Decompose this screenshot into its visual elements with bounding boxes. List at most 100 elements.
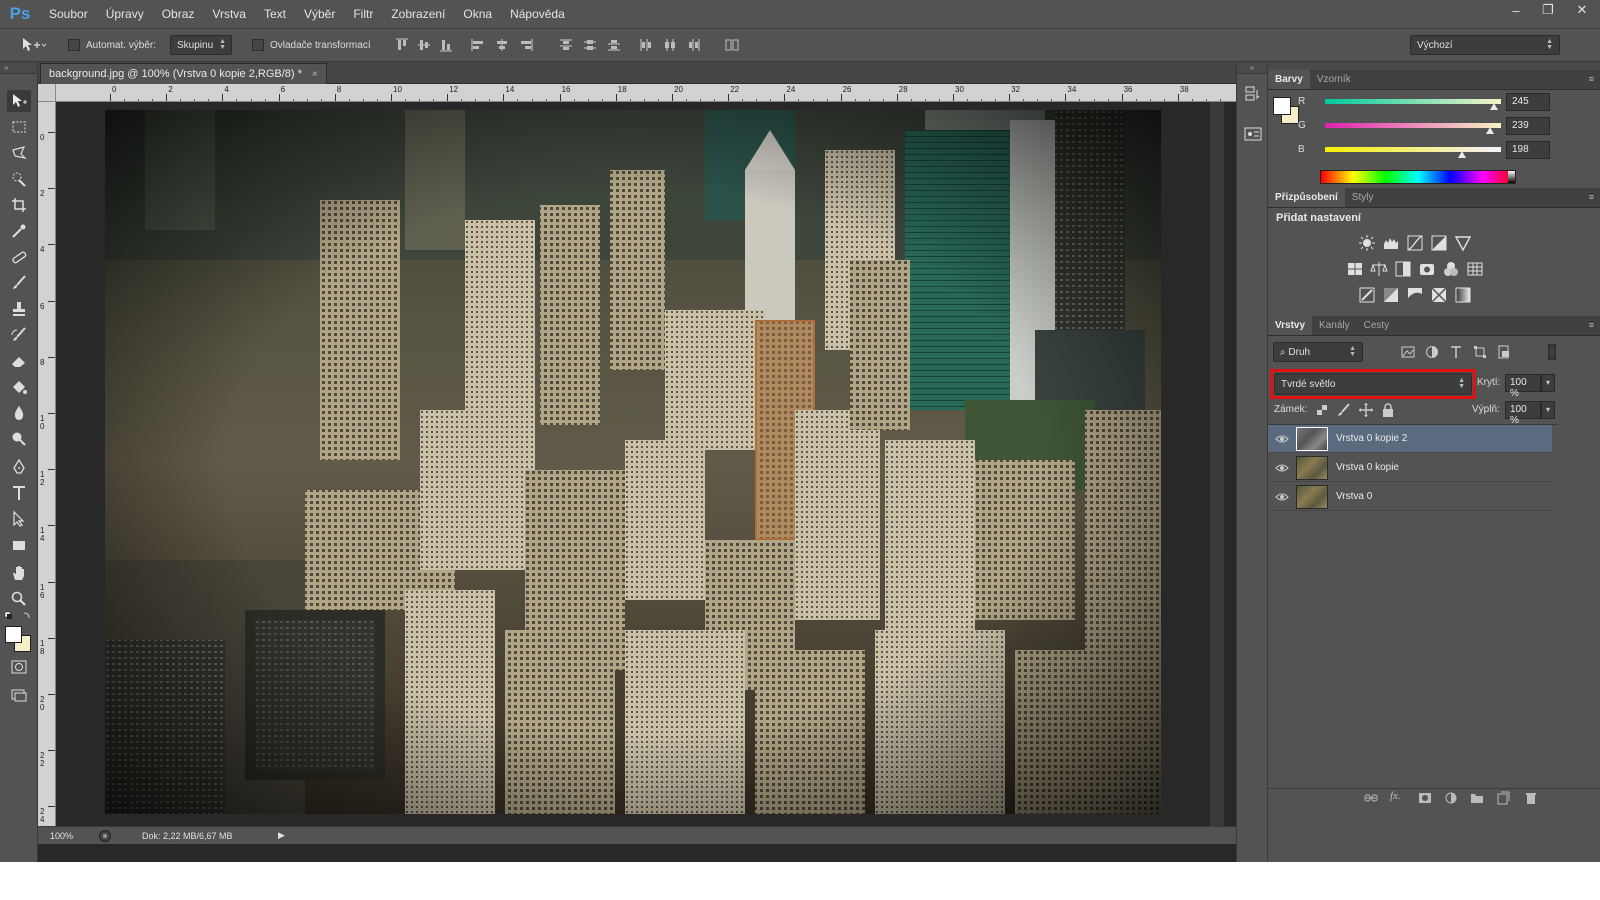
slider-thumb[interactable] <box>1490 103 1499 110</box>
move-tool[interactable] <box>7 90 31 112</box>
minimize-button[interactable]: – <box>1500 0 1532 20</box>
slider-track[interactable] <box>1325 123 1501 128</box>
filter-shape-icon[interactable] <box>1473 345 1487 359</box>
slider-track[interactable] <box>1325 99 1501 104</box>
slider-thumb[interactable] <box>1457 151 1466 158</box>
history-panel-icon[interactable] <box>1243 84 1263 104</box>
distribute-right-icon[interactable] <box>686 37 702 53</box>
channel-value-input[interactable]: 239 <box>1506 117 1550 135</box>
restore-button[interactable]: ❐ <box>1532 0 1564 20</box>
visibility-eye-icon[interactable] <box>1268 463 1296 473</box>
lock-position-icon[interactable] <box>1358 402 1374 418</box>
channel-mixer-icon[interactable] <box>1442 260 1460 278</box>
lock-transparent-pixels-icon[interactable] <box>1314 402 1330 418</box>
posterize-icon[interactable] <box>1382 286 1400 304</box>
blend-mode-dropdown[interactable]: Tvrdé světlo ▲ ▼ <box>1274 373 1472 395</box>
visibility-eye-icon[interactable] <box>1268 492 1296 502</box>
menu-filter[interactable]: Filtr <box>344 0 382 28</box>
close-button[interactable]: ✕ <box>1564 0 1600 20</box>
blur-tool[interactable] <box>7 402 31 424</box>
status-info-icon[interactable] <box>98 829 112 843</box>
delete-layer-trash-icon[interactable] <box>1524 791 1538 805</box>
channel-value-input[interactable]: 198 <box>1506 141 1550 159</box>
link-layers-icon[interactable] <box>1364 791 1378 805</box>
filter-type-icon[interactable] <box>1449 345 1463 359</box>
hand-tool[interactable] <box>7 562 31 584</box>
filter-smart-object-icon[interactable] <box>1497 345 1511 359</box>
color-swatches[interactable] <box>5 626 35 652</box>
layer-filter-dropdown[interactable]: ⌕ Druh ▲ ▼ <box>1273 342 1363 362</box>
color-slider-b[interactable]: B 198 <box>1268 141 1600 161</box>
panel-collapse-grip[interactable]: » <box>0 62 37 74</box>
slider-track[interactable] <box>1325 147 1501 152</box>
swap-colors-icon[interactable] <box>4 610 34 624</box>
threshold-icon[interactable] <box>1406 286 1424 304</box>
menu-file[interactable]: Soubor <box>40 0 97 28</box>
distribute-vcenter-icon[interactable] <box>582 37 598 53</box>
visibility-eye-icon[interactable] <box>1268 434 1296 444</box>
pen-tool[interactable] <box>7 456 31 478</box>
healing-brush-tool[interactable] <box>7 246 31 268</box>
dock-collapse-grip[interactable]: « <box>1237 62 1267 74</box>
selective-color-icon[interactable] <box>1430 286 1448 304</box>
eyedropper-tool[interactable] <box>7 220 31 242</box>
opacity-slider-button[interactable]: ▾ <box>1541 374 1555 392</box>
menu-help[interactable]: Nápověda <box>501 0 574 28</box>
color-balance-icon[interactable] <box>1370 260 1388 278</box>
horizontal-ruler[interactable]: 0 2 4 6 8 10 12 14 16 18 20 22 24 26 28 30 32 34 36 38 <box>56 84 1236 102</box>
align-vcenter-icon[interactable] <box>416 37 432 53</box>
black-white-icon[interactable] <box>1394 260 1412 278</box>
levels-icon[interactable] <box>1382 234 1400 252</box>
menu-window[interactable]: Okna <box>454 0 501 28</box>
quick-mask-button[interactable] <box>7 656 31 678</box>
distribute-left-icon[interactable] <box>638 37 654 53</box>
filter-toggle-switch[interactable] <box>1548 344 1556 360</box>
lock-image-pixels-icon[interactable] <box>1336 402 1352 418</box>
path-select-tool[interactable] <box>7 508 31 530</box>
curves-icon[interactable] <box>1406 234 1424 252</box>
align-top-icon[interactable] <box>394 37 410 53</box>
tab-adjustments[interactable]: Přizpůsobení <box>1268 187 1345 207</box>
ruler-origin[interactable] <box>38 84 56 102</box>
shape-tool[interactable] <box>7 534 31 556</box>
dodge-tool[interactable] <box>7 428 31 450</box>
panel-menu-icon[interactable]: ≡ <box>1589 74 1594 84</box>
new-layer-icon[interactable] <box>1496 791 1510 805</box>
foreground-color-swatch[interactable] <box>5 626 22 643</box>
filter-adjustment-icon[interactable] <box>1425 345 1439 359</box>
panel-menu-icon[interactable]: ≡ <box>1589 320 1594 330</box>
menu-view[interactable]: Zobrazení <box>382 0 454 28</box>
tab-paths[interactable]: Cesty <box>1357 315 1397 335</box>
vertical-scrollbar[interactable] <box>1210 102 1224 836</box>
align-right-icon[interactable] <box>518 37 534 53</box>
menu-image[interactable]: Obraz <box>153 0 204 28</box>
marquee-tool[interactable] <box>7 116 31 138</box>
layer-row[interactable]: Vrstva 0 <box>1268 483 1552 511</box>
tab-swatches[interactable]: Vzorník <box>1310 69 1358 89</box>
color-spectrum-bar[interactable] <box>1320 170 1516 184</box>
slider-thumb[interactable] <box>1485 127 1494 134</box>
screen-mode-button[interactable] <box>7 684 31 706</box>
menu-edit[interactable]: Úpravy <box>97 0 153 28</box>
clone-stamp-tool[interactable] <box>7 298 31 320</box>
exposure-icon[interactable] <box>1430 234 1448 252</box>
auto-align-layers-icon[interactable] <box>724 37 740 53</box>
workspace-dropdown[interactable]: Výchozí ▲ ▼ <box>1410 35 1560 55</box>
add-mask-icon[interactable] <box>1418 791 1432 805</box>
gradient-map-icon[interactable] <box>1454 286 1472 304</box>
close-tab-icon[interactable]: × <box>312 69 318 80</box>
quick-select-tool[interactable] <box>7 168 31 190</box>
color-slider-r[interactable]: R 245 <box>1268 93 1600 113</box>
align-left-icon[interactable] <box>470 37 486 53</box>
properties-panel-icon[interactable] <box>1243 124 1263 144</box>
new-group-folder-icon[interactable] <box>1470 791 1484 805</box>
color-lookup-icon[interactable] <box>1466 260 1484 278</box>
layer-row[interactable]: Vrstva 0 kopie 2 <box>1268 425 1552 453</box>
new-adjustment-layer-icon[interactable] <box>1444 791 1458 805</box>
lasso-tool[interactable] <box>7 142 31 164</box>
lock-all-icon[interactable] <box>1380 402 1396 418</box>
zoom-level[interactable]: 100% <box>50 831 98 841</box>
menu-layer[interactable]: Vrstva <box>203 0 255 28</box>
channel-value-input[interactable]: 245 <box>1506 93 1550 111</box>
distribute-bottom-icon[interactable] <box>606 37 622 53</box>
